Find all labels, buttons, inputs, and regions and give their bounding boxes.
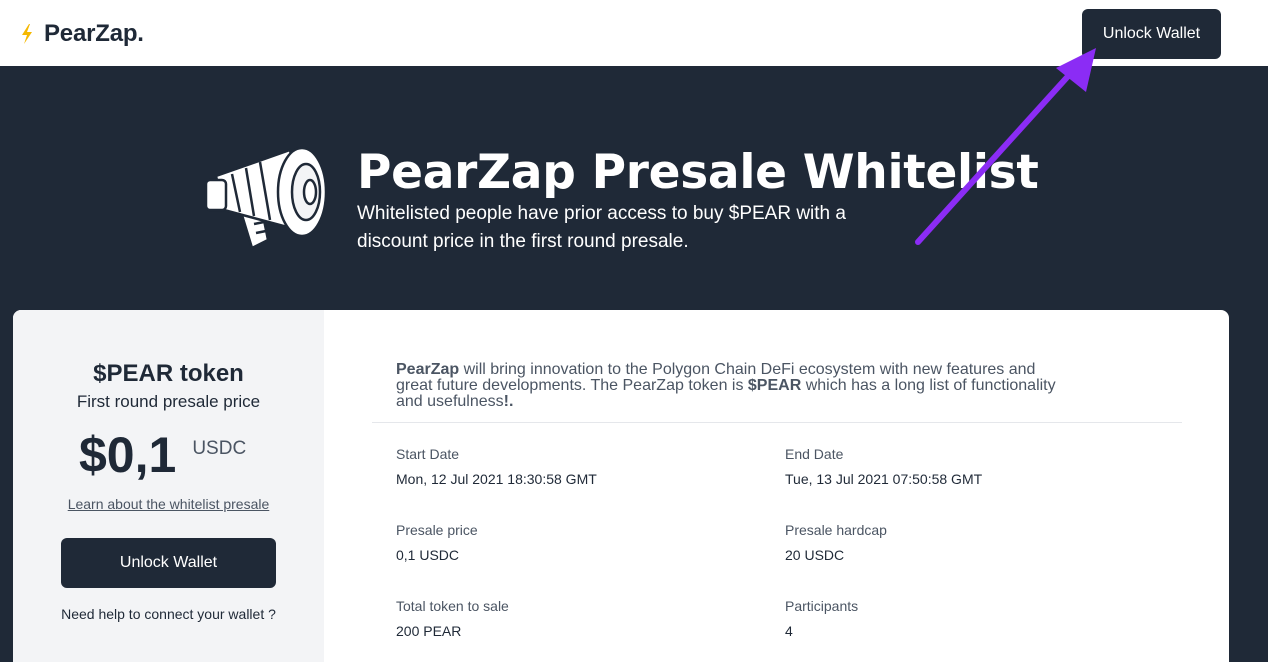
page-title: PearZap Presale Whitelist [357,145,1039,200]
top-navbar: PearZap. Unlock Wallet [0,0,1268,66]
desc-ending: !. [503,393,514,410]
stat-value: 20 USDC [785,547,845,563]
page-subtitle: Whitelisted people have prior access to … [357,203,846,252]
stat-start-date: Start Date Mon, 12 Jul 2021 18:30:58 GMT [396,446,597,487]
divider [372,422,1182,423]
learn-whitelist-link[interactable]: Learn about the whitelist presale [13,496,324,512]
brand-name: PearZap. [44,20,144,47]
token-title: $PEAR token [93,360,244,387]
desc-token: $PEAR [747,377,802,394]
desc-brand: PearZap [396,361,460,378]
presale-price: $0,1 [79,427,177,483]
presale-description: PearZap will bring innovation to the Pol… [396,362,1076,410]
stat-value: Mon, 12 Jul 2021 18:30:58 GMT [396,471,597,487]
token-subtitle: First round presale price [76,392,261,411]
lightning-icon [22,24,32,44]
unlock-wallet-button[interactable]: Unlock Wallet [1082,9,1221,59]
token-panel: $PEAR token First round presale price $0… [13,310,324,662]
unlock-wallet-button-secondary[interactable]: Unlock Wallet [61,538,276,588]
stat-value: 200 PEAR [396,623,462,639]
stat-presale-price: Presale price 0,1 USDC [396,522,478,563]
stat-label: Presale price [396,522,478,538]
wallet-help-text: Need help to connect your wallet ? [61,606,276,622]
stat-end-date: End Date Tue, 13 Jul 2021 07:50:58 GMT [785,446,982,487]
stat-participants: Participants 4 [785,598,858,639]
stat-value: 0,1 USDC [396,547,460,563]
megaphone-icon [204,146,328,250]
stat-label: Participants [785,598,859,614]
price-row: $0,1 USDC [79,426,246,484]
stat-value: 4 [785,623,793,639]
price-unit: USDC [192,438,247,459]
stat-value: Tue, 13 Jul 2021 07:50:58 GMT [785,471,983,487]
stat-total-token: Total token to sale 200 PEAR [396,598,509,639]
brand-logo[interactable]: PearZap. [20,20,144,48]
stat-presale-hardcap: Presale hardcap 20 USDC [785,522,887,563]
stat-label: Total token to sale [396,598,509,614]
stat-label: End Date [785,446,844,462]
presale-card: $PEAR token First round presale price $0… [13,310,1229,662]
stat-label: Presale hardcap [785,522,887,538]
stat-label: Start Date [396,446,460,462]
